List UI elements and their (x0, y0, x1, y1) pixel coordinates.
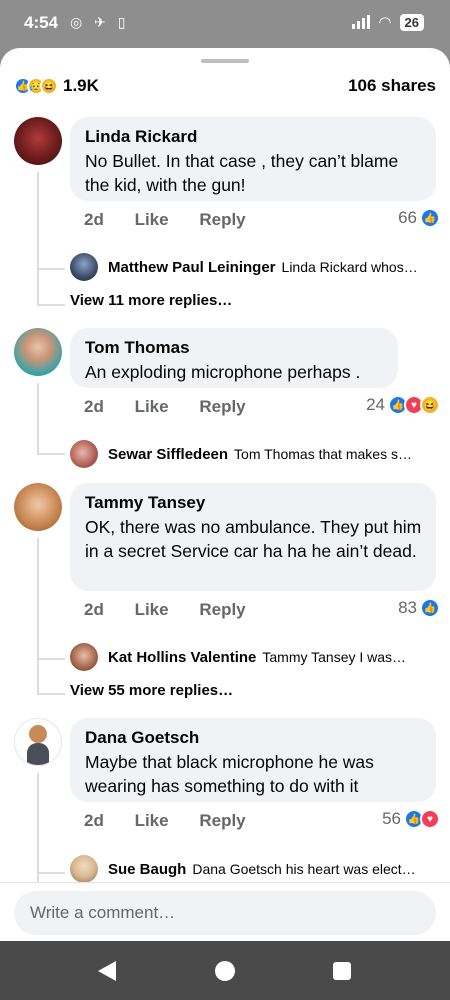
comment-time: 2d (84, 397, 104, 416)
comment-reactions[interactable]: 83 👍 (398, 598, 440, 618)
status-right: ◠ 26 (352, 13, 424, 31)
comment-actions: 2d Like Reply (84, 600, 272, 620)
comment-reaction-count: 24 (366, 395, 385, 414)
reply-text: Tom Thomas that makes s… (234, 446, 412, 462)
comment-input[interactable] (14, 891, 436, 935)
thread-line (37, 773, 39, 883)
comments-sheet: 👍 😥 😆 1.9K 106 shares Linda Rickard No B… (0, 48, 450, 941)
avatar-figure (29, 725, 47, 743)
thread-branch (37, 304, 65, 306)
thread-branch (37, 872, 65, 874)
comment-reaction-count: 56 (382, 809, 401, 828)
thread-line (37, 172, 39, 306)
avatar-figure-body (27, 743, 49, 765)
view-more-replies[interactable]: View 55 more replies… (70, 682, 233, 699)
reply-preview[interactable]: Matthew Paul Leininger Linda Rickard who… (70, 252, 436, 282)
haha-icon: 😆 (40, 77, 58, 95)
reply-text: Linda Rickard whos… (281, 259, 418, 275)
thread-branch (37, 658, 65, 660)
comment-author[interactable]: Linda Rickard (85, 127, 197, 147)
comment-actions: 2d Like Reply (84, 397, 272, 417)
comment-bubble[interactable]: Tom Thomas An exploding microphone perha… (70, 328, 398, 388)
battery-icon: 26 (399, 13, 424, 31)
reply-button[interactable]: Reply (199, 210, 245, 229)
avatar[interactable] (14, 718, 62, 766)
like-button[interactable]: Like (135, 811, 169, 830)
thread-branch (37, 453, 65, 455)
shares-count[interactable]: 106 shares (348, 76, 436, 96)
like-button[interactable]: Like (135, 397, 169, 416)
avatar[interactable] (14, 483, 62, 531)
like-button[interactable]: Like (135, 210, 169, 229)
view-more-replies[interactable]: View 11 more replies… (70, 292, 232, 309)
comment-reaction-count: 66 (398, 208, 417, 227)
comment-author[interactable]: Dana Goetsch (85, 728, 199, 748)
post-summary: 👍 😥 😆 1.9K 106 shares (14, 75, 436, 97)
reaction-summary[interactable]: 👍 😥 😆 1.9K (14, 76, 99, 96)
status-time: 4:54 (24, 13, 59, 32)
comment-reactions[interactable]: 66 👍 (398, 208, 440, 228)
comment-reactions[interactable]: 24 👍 ♥ 😆 (366, 395, 440, 415)
reply-author[interactable]: Sewar Siffledeen (108, 446, 228, 463)
reply-preview[interactable]: Kat Hollins Valentine Tammy Tansey I was… (70, 642, 436, 672)
reply-preview[interactable]: Sewar Siffledeen Tom Thomas that makes s… (70, 439, 436, 469)
avatar[interactable] (70, 253, 98, 281)
comment-time: 2d (84, 600, 104, 619)
comment-reactions[interactable]: 56 👍 ♥ (382, 809, 440, 829)
sheet-drag-handle[interactable] (201, 59, 249, 63)
reply-button[interactable]: Reply (199, 397, 245, 416)
wifi-icon: ◠ (378, 14, 392, 31)
comment-text: No Bullet. In that case , they can’t bla… (85, 151, 399, 195)
reply-author[interactable]: Kat Hollins Valentine (108, 649, 256, 666)
haha-icon: 😆 (420, 395, 440, 415)
reply-author[interactable]: Matthew Paul Leininger (108, 259, 276, 276)
reply-button[interactable]: Reply (199, 600, 245, 619)
avatar[interactable] (70, 643, 98, 671)
thread-line (37, 538, 39, 693)
like-icon: 👍 (420, 598, 440, 618)
notification-icons: ◎ ✈ ▯ (70, 14, 130, 30)
reply-preview[interactable]: Sue Baugh Dana Goetsch his heart was ele… (70, 854, 436, 884)
recent-apps-icon[interactable] (333, 962, 351, 980)
comment-actions: 2d Like Reply (84, 210, 272, 230)
signal-icon (352, 15, 371, 29)
reply-author[interactable]: Sue Baugh (108, 861, 186, 878)
reply-button[interactable]: Reply (199, 811, 245, 830)
avatar[interactable] (70, 855, 98, 883)
avatar[interactable] (14, 117, 62, 165)
status-bar: 4:54 ◎ ✈ ▯ ◠ 26 (0, 0, 450, 48)
comment-text: An exploding microphone perhaps . (85, 362, 361, 382)
comment-author[interactable]: Tom Thomas (85, 338, 190, 358)
comment-author[interactable]: Tammy Tansey (85, 493, 205, 513)
system-nav-bar (0, 941, 450, 1000)
comment-text: Maybe that black microphone he was weari… (85, 752, 374, 796)
avatar[interactable] (14, 328, 62, 376)
comment-bubble[interactable]: Linda Rickard No Bullet. In that case , … (70, 117, 436, 201)
comment-bubble[interactable]: Tammy Tansey OK, there was no ambulance.… (70, 483, 436, 591)
comment-actions: 2d Like Reply (84, 811, 272, 831)
comment-bubble[interactable]: Dana Goetsch Maybe that black microphone… (70, 718, 436, 802)
thread-line (37, 383, 39, 455)
reply-text: Dana Goetsch his heart was elect… (192, 861, 416, 877)
like-button[interactable]: Like (135, 600, 169, 619)
thread-branch (37, 268, 65, 270)
like-icon: 👍 (420, 208, 440, 228)
comment-reaction-count: 83 (398, 598, 417, 617)
reaction-count: 1.9K (63, 76, 99, 95)
thread-branch (37, 693, 65, 695)
back-icon[interactable] (98, 961, 116, 981)
comment-composer (0, 882, 450, 941)
comment-time: 2d (84, 811, 104, 830)
love-icon: ♥ (420, 809, 440, 829)
comment-time: 2d (84, 210, 104, 229)
reply-text: Tammy Tansey I was… (262, 649, 407, 665)
home-icon[interactable] (215, 961, 235, 981)
comment-text: OK, there was no ambulance. They put him… (85, 517, 422, 561)
avatar[interactable] (70, 440, 98, 468)
